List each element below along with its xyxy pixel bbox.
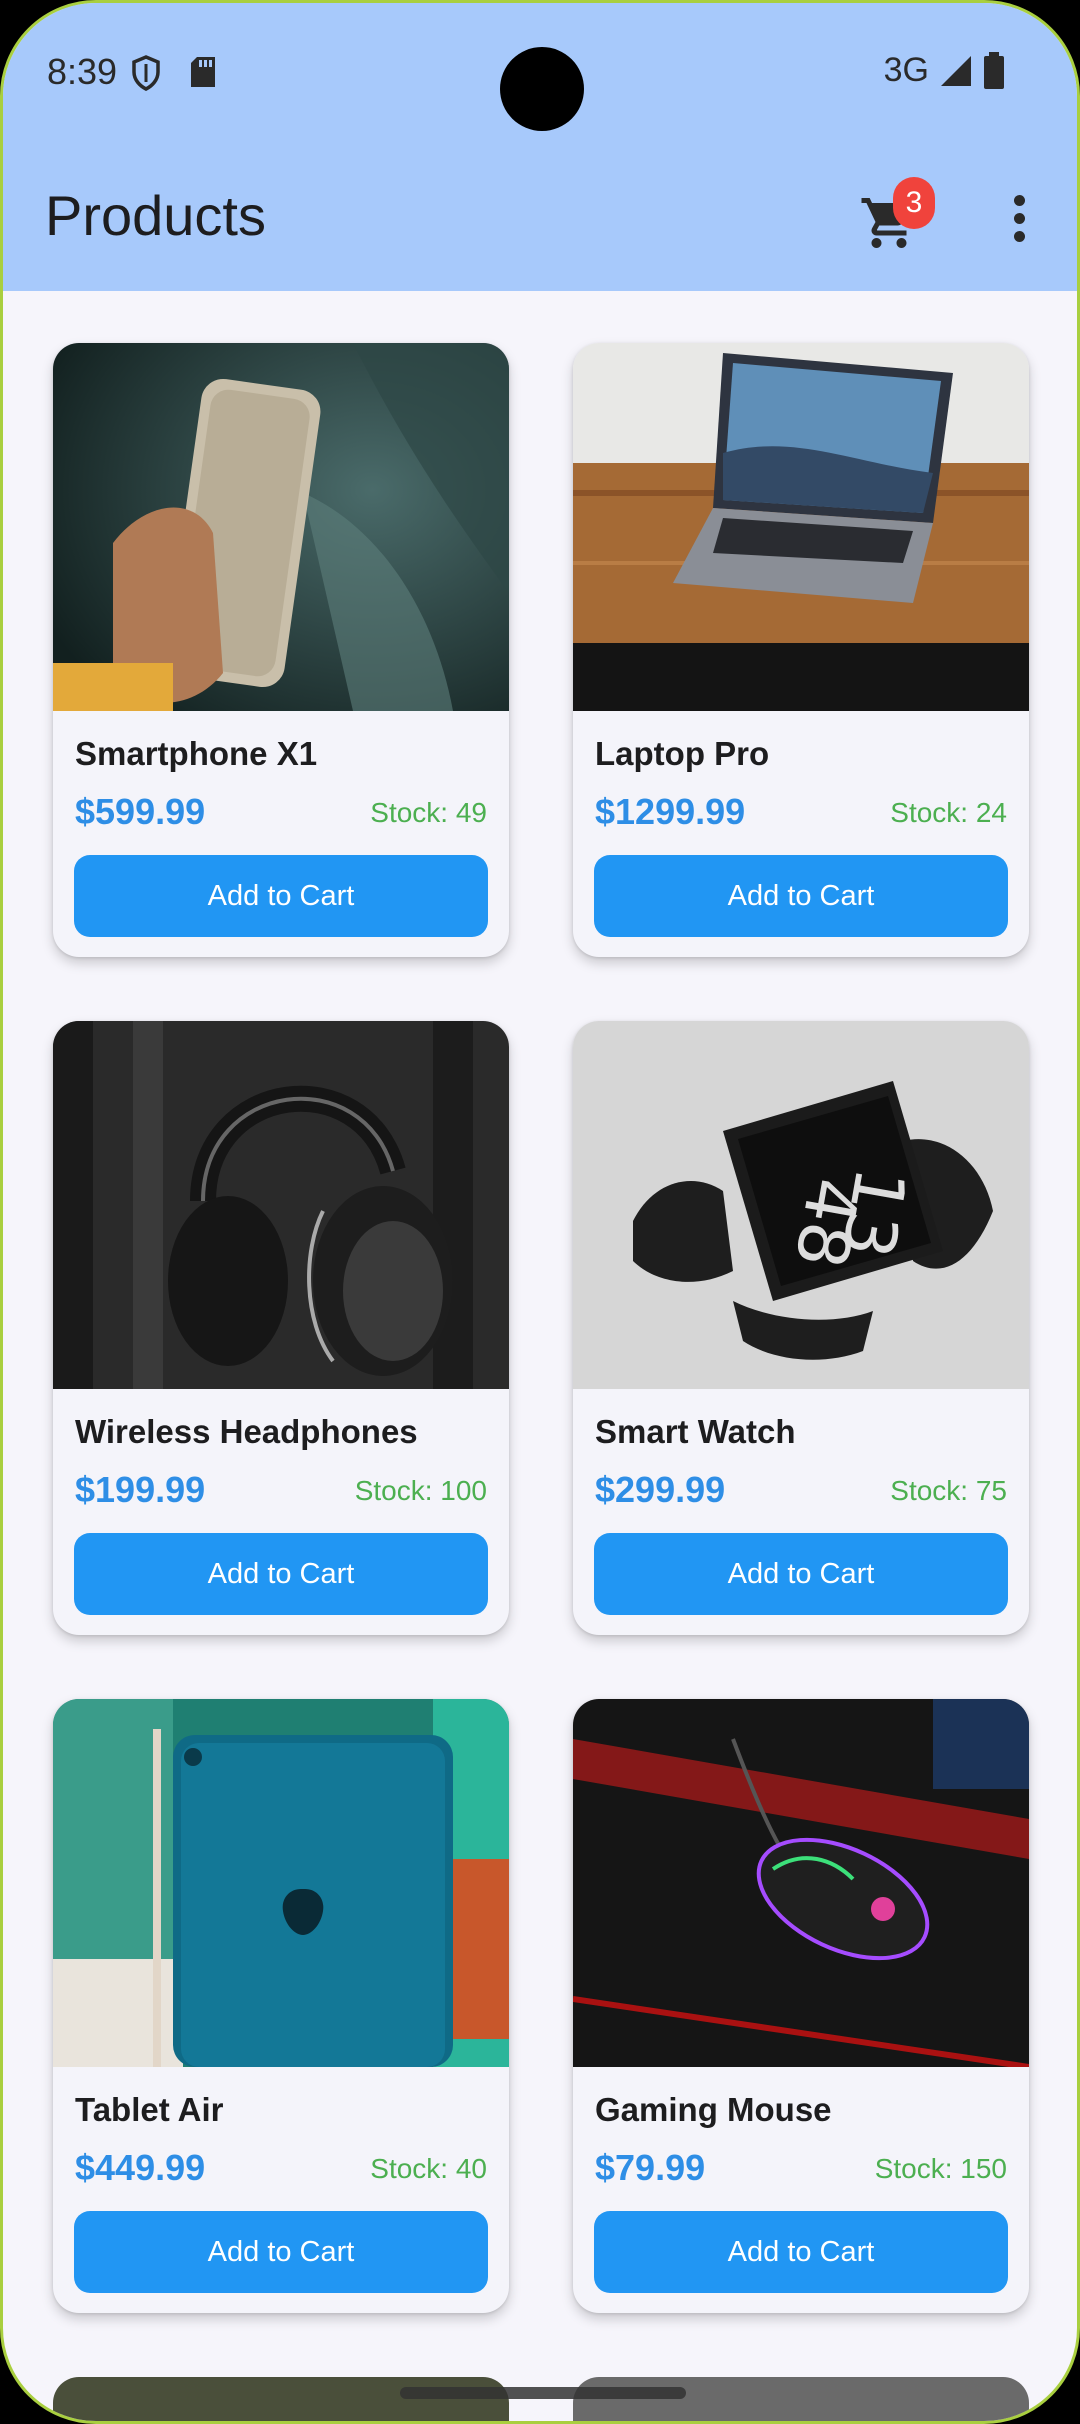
product-card-partial: [53, 2377, 509, 2421]
product-stock: Stock: 24: [890, 797, 1007, 828]
product-card[interactable]: 13 48 Smart Watch $299.99 Stock: 75 Add …: [573, 1021, 1029, 1635]
more-options-button[interactable]: [999, 189, 1039, 259]
product-card[interactable]: Gaming Mouse $79.99 Stock: 150 Add to Ca…: [573, 1699, 1029, 2313]
product-stock: Stock: 40: [370, 2153, 487, 2184]
add-to-cart-button[interactable]: Add to Cart: [74, 855, 488, 937]
product-card[interactable]: Tablet Air $449.99 Stock: 40 Add to Cart: [53, 1699, 509, 2313]
status-right: 3G: [884, 51, 1005, 90]
sd-card-icon: [191, 57, 215, 87]
product-card[interactable]: Laptop Pro $1299.99 Stock: 24 Add to Car…: [573, 343, 1029, 957]
mouse-image: [573, 1699, 1029, 2067]
add-to-cart-button[interactable]: Add to Cart: [594, 855, 1008, 937]
signal-icon: [941, 55, 971, 86]
product-price: $299.99: [595, 1469, 726, 1510]
phone-screen: 8:39 3G Products 3 Smartphone X1 $599.99…: [0, 0, 1080, 2424]
smartphone-image: [53, 343, 509, 711]
product-stock: Stock: 49: [370, 797, 487, 828]
product-name: Smartphone X1: [75, 735, 318, 772]
svg-text:48: 48: [779, 1172, 875, 1274]
product-name: Gaming Mouse: [595, 2091, 832, 2128]
product-stock: Stock: 150: [874, 2153, 1007, 2184]
add-to-cart-button[interactable]: Add to Cart: [74, 2211, 488, 2293]
product-price: $449.99: [75, 2147, 206, 2188]
product-name: Wireless Headphones: [75, 1413, 418, 1450]
cart-button[interactable]: 3: [859, 177, 939, 259]
headphones-image: [53, 1021, 509, 1389]
cart-badge: 3: [893, 177, 935, 229]
page-title: Products: [45, 184, 266, 247]
more-vert-icon: [999, 195, 1039, 242]
smartwatch-image: 13 48: [573, 1021, 1029, 1389]
product-name: Smart Watch: [595, 1413, 796, 1450]
product-stock: Stock: 100: [354, 1475, 487, 1506]
battery-icon: [984, 51, 1004, 89]
product-price: $199.99: [75, 1469, 206, 1510]
camera-cutout: [500, 47, 584, 131]
product-card-partial: [573, 2377, 1029, 2421]
product-card[interactable]: Wireless Headphones $199.99 Stock: 100 A…: [53, 1021, 509, 1635]
network-type: 3G: [883, 51, 929, 89]
product-price: $599.99: [75, 791, 206, 832]
status-bar: 8:39 3G: [3, 3, 1077, 153]
add-to-cart-button[interactable]: Add to Cart: [594, 1533, 1008, 1615]
shield-icon: [132, 55, 160, 91]
status-time: 8:39: [47, 51, 118, 92]
app-bar: Products 3: [3, 153, 1077, 291]
product-name: Tablet Air: [75, 2091, 224, 2128]
add-to-cart-button[interactable]: Add to Cart: [594, 2211, 1008, 2293]
product-price: $1299.99: [595, 791, 746, 832]
product-card[interactable]: Smartphone X1 $599.99 Stock: 49 Add to C…: [53, 343, 509, 957]
product-stock: Stock: 75: [890, 1475, 1007, 1506]
product-price: $79.99: [595, 2147, 706, 2188]
tablet-image: [53, 1699, 509, 2067]
laptop-image: [573, 343, 1029, 711]
home-indicator[interactable]: [400, 2387, 686, 2399]
product-name: Laptop Pro: [595, 735, 770, 772]
add-to-cart-button[interactable]: Add to Cart: [74, 1533, 488, 1615]
